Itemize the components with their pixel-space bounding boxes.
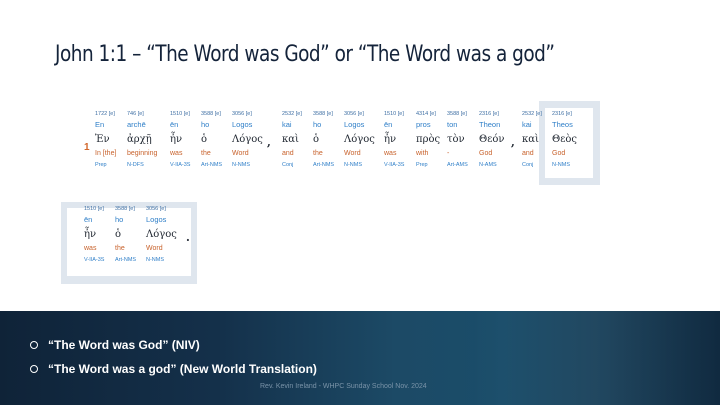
strong-number: 746 [e] bbox=[127, 111, 144, 117]
strong-number: 2316 [e] bbox=[552, 111, 572, 117]
english-gloss: Word bbox=[146, 245, 163, 252]
transliteration: Theon bbox=[479, 120, 501, 129]
strong-number: 3056 [e] bbox=[344, 111, 364, 117]
slide: John 1:1 – “The Word was God” or “The Wo… bbox=[0, 0, 720, 405]
footer-credit: Rev. Kevin Ireland - WHPC Sunday School … bbox=[260, 383, 427, 390]
greek-word: Θεὸς bbox=[552, 134, 577, 145]
slide-title: John 1:1 – “The Word was God” or “The Wo… bbox=[55, 42, 555, 67]
period-after-logos: . bbox=[186, 231, 190, 244]
band-sheen bbox=[470, 311, 720, 405]
strong-number: 3056 [e] bbox=[146, 206, 166, 212]
greek-word: Λόγος bbox=[146, 229, 177, 240]
transliteration: Logos bbox=[146, 215, 167, 224]
transliteration: Logos bbox=[232, 120, 253, 129]
hollow-circle-bullet-icon bbox=[30, 341, 38, 349]
strong-number: 3056 [e] bbox=[232, 111, 252, 117]
greek-word: ἀρχῇ bbox=[127, 134, 152, 145]
english-gloss: God bbox=[552, 150, 566, 157]
interlinear-word: 3056 [e] Logos Λόγος Word N-NMS bbox=[344, 110, 386, 170]
transliteration: Logos bbox=[344, 120, 365, 129]
bullet-item-niv: “The Word was God” (NIV) bbox=[30, 337, 317, 361]
parsing-code: N-NMS bbox=[344, 162, 363, 168]
english-gloss: Word bbox=[344, 150, 361, 157]
english-gloss: God bbox=[479, 150, 493, 157]
parsing-code: N-NMS bbox=[552, 162, 571, 168]
verse-number: 1 bbox=[84, 142, 90, 153]
interlinear-word: 3056 [e] Logos Λόγος Word N-NMS bbox=[146, 205, 188, 265]
english-gloss: beginning bbox=[127, 150, 158, 157]
parsing-code: N-NMS bbox=[146, 257, 165, 263]
english-gloss: Word bbox=[232, 150, 249, 157]
hollow-circle-bullet-icon bbox=[30, 365, 38, 373]
parsing-code: N-AMS bbox=[479, 162, 497, 168]
strong-number: 2316 [e] bbox=[479, 111, 499, 117]
interlinear-verse: 1 1722 [e] En Ἐν In [the] Prep 746 [e] archē ἀρ… bbox=[84, 110, 604, 188]
bullet-text: “The Word was a god” (New World Translat… bbox=[48, 362, 317, 376]
interlinear-word: 2316 [e] Theos Θεὸς God N-NMS bbox=[552, 110, 594, 170]
parsing-code: N-NMS bbox=[232, 162, 251, 168]
bottom-band: “The Word was God” (NIV) “The Word was a… bbox=[0, 311, 720, 405]
greek-word: Λόγος bbox=[344, 134, 375, 145]
parsing-code: N-DFS bbox=[127, 162, 144, 168]
transliteration: Theos bbox=[552, 120, 573, 129]
comma-after-theon: , bbox=[511, 136, 515, 149]
comma-after-logos: , bbox=[267, 136, 271, 149]
bullet-text: “The Word was God” (NIV) bbox=[48, 338, 200, 352]
interlinear-snippet: 1510 [e] ēn ἦν was V-IIA-3S 3588 [e] ho ὁ the Art… bbox=[84, 205, 194, 275]
bullet-item-nwt: “The Word was a god” (New World Translat… bbox=[30, 361, 317, 385]
interlinear-word: 746 [e] archē ἀρχῇ beginning N-DFS bbox=[127, 110, 169, 170]
bullet-list: “The Word was God” (NIV) “The Word was a… bbox=[30, 337, 317, 385]
transliteration: archē bbox=[127, 120, 146, 129]
